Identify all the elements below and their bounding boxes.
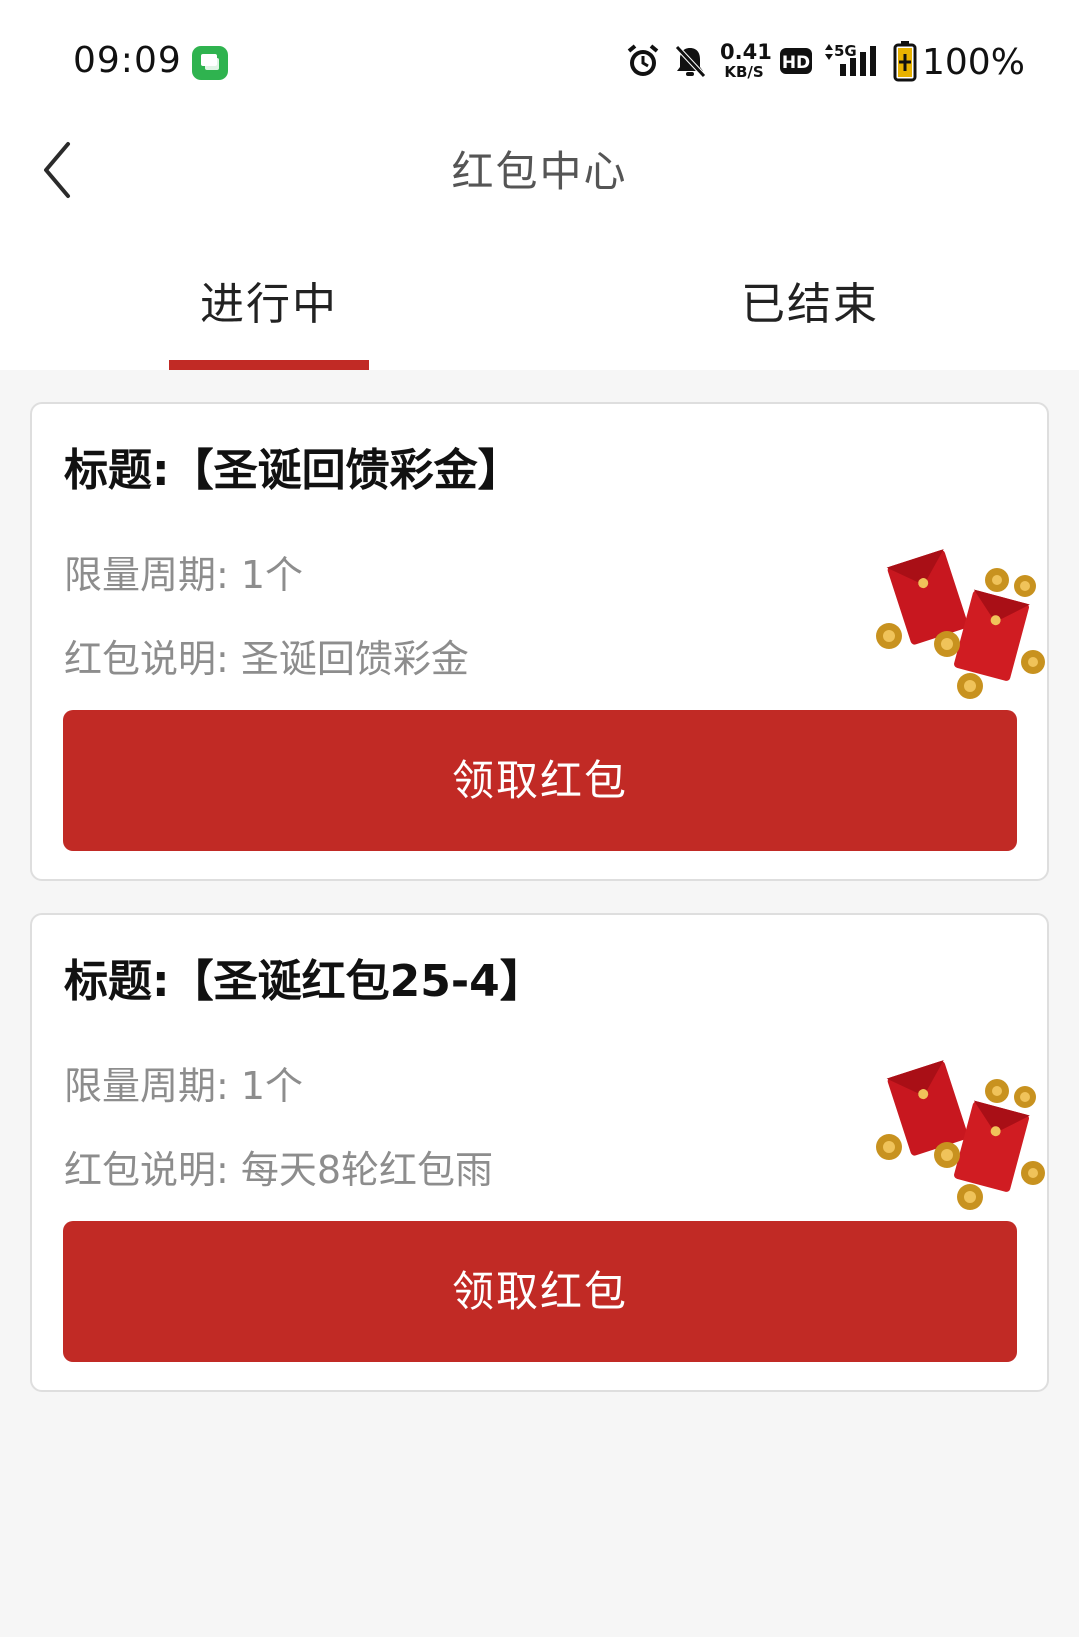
- card-title: 标题:【圣诞红包25-4】: [64, 956, 544, 1007]
- claim-red-packet-button[interactable]: 领取红包: [63, 1221, 1017, 1362]
- message-app-icon: [192, 46, 228, 80]
- tab-bar: 进行中 已结束: [0, 238, 1079, 370]
- red-envelopes-coins-icon: [875, 1055, 1050, 1215]
- battery-percent: 100%: [922, 42, 1025, 83]
- net-speed-value: 0.41: [720, 40, 772, 64]
- card-description: 红包说明: 圣诞回馈彩金: [64, 637, 469, 681]
- page-title: 红包中心: [451, 147, 628, 196]
- red-packet-card: 标题:【圣诞回馈彩金】 限量周期: 1个 红包说明: 圣诞回馈彩金 领取红包: [30, 402, 1049, 881]
- status-bar: 09:09 0.41 KB/S HD 5G 100%: [0, 0, 1079, 120]
- mute-bell-icon: [672, 42, 708, 84]
- nav-bar: 红包中心: [0, 120, 1079, 215]
- header-area: 09:09 0.41 KB/S HD 5G 100% 红包中心 进行中 已结束: [0, 0, 1079, 370]
- card-limit-text: 限量周期: 1个: [64, 1064, 304, 1108]
- network-speed: 0.41 KB/S: [720, 40, 772, 81]
- active-tab-indicator: [169, 360, 369, 370]
- svg-text:5G: 5G: [834, 42, 857, 60]
- alarm-icon: [625, 42, 661, 84]
- card-limit-text: 限量周期: 1个: [64, 553, 304, 597]
- card-title: 标题:【圣诞回馈彩金】: [64, 445, 522, 496]
- tab-ended[interactable]: 已结束: [660, 268, 960, 332]
- svg-text:HD: HD: [782, 53, 810, 73]
- status-time: 09:09: [73, 40, 182, 81]
- red-envelopes-coins-icon: [875, 544, 1050, 704]
- claim-red-packet-button[interactable]: 领取红包: [63, 710, 1017, 851]
- 5g-signal-icon: 5G: [822, 40, 886, 84]
- battery-charging-icon: [893, 40, 917, 86]
- net-speed-unit: KB/S: [724, 63, 764, 81]
- card-description: 红包说明: 每天8轮红包雨: [64, 1148, 494, 1192]
- hd-icon: HD: [779, 47, 813, 79]
- tab-in-progress[interactable]: 进行中: [119, 268, 419, 332]
- red-packet-card: 标题:【圣诞红包25-4】 限量周期: 1个 红包说明: 每天8轮红包雨 领取红…: [30, 913, 1049, 1392]
